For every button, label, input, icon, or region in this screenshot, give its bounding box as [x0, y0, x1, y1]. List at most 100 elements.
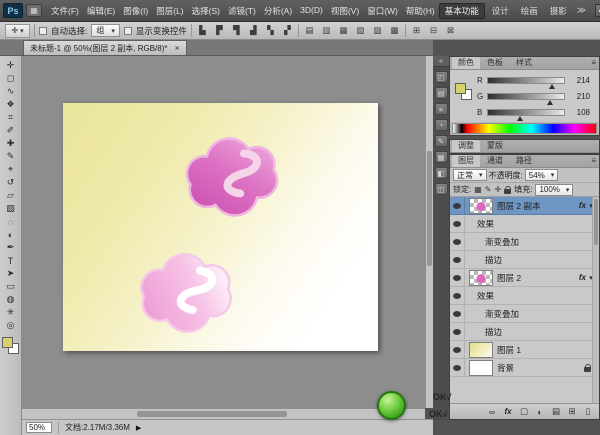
gradient-overlay-effect[interactable]: 渐变叠加: [485, 308, 519, 320]
tab-adjustments[interactable]: 调整: [452, 140, 480, 152]
foreground-color-swatch[interactable]: [2, 337, 13, 348]
lock-all-icon[interactable]: [504, 189, 511, 194]
visibility-toggle[interactable]: [450, 251, 465, 268]
dodge-tool[interactable]: ◐: [2, 228, 20, 241]
menu-view[interactable]: 视图(V): [327, 5, 363, 17]
layer-name[interactable]: 图层 1: [497, 344, 521, 356]
effect-row[interactable]: 渐变叠加: [450, 305, 599, 323]
layer-style-icon[interactable]: fx: [503, 407, 513, 416]
align-vcenter-icon[interactable]: ▛: [213, 24, 226, 37]
collapsed-panel-icon[interactable]: ▦: [435, 151, 448, 163]
layers-scrollbar[interactable]: [592, 197, 599, 403]
tab-styles[interactable]: 样式: [510, 57, 538, 69]
link-layers-icon[interactable]: ∞: [487, 407, 497, 417]
layer-thumbnail[interactable]: [469, 270, 493, 286]
adjustment-layer-icon[interactable]: ◐: [535, 407, 545, 417]
red-value[interactable]: 214: [568, 76, 590, 85]
menu-layer[interactable]: 图层(L): [152, 5, 187, 17]
visibility-toggle[interactable]: [450, 215, 465, 232]
auto-align-icon[interactable]: ⊞: [410, 24, 423, 37]
launch-bridge-icon[interactable]: ▦: [26, 4, 42, 17]
menu-filter[interactable]: 滤镜(T): [224, 5, 260, 17]
zoom-level-field[interactable]: 50%: [26, 422, 52, 433]
align-hcenter-icon[interactable]: ▚: [264, 24, 277, 37]
delete-layer-icon[interactable]: ▯: [583, 406, 593, 417]
lock-position-icon[interactable]: ✛: [495, 185, 502, 194]
document-tab[interactable]: 未标题-1 @ 50%(图层 2 副本, RGB/8)* ×: [23, 40, 187, 55]
layer-thumbnail[interactable]: [469, 360, 493, 376]
visibility-toggle[interactable]: [450, 305, 465, 322]
tab-paths[interactable]: 路径: [510, 155, 538, 167]
3d-rotate-tool[interactable]: ◍: [2, 293, 20, 306]
background-layer-row[interactable]: 背景: [450, 359, 599, 377]
blue-value[interactable]: 108: [568, 108, 590, 117]
menu-analysis[interactable]: 分析(A): [260, 5, 296, 17]
spot-healing-brush-tool[interactable]: ✚: [2, 137, 20, 150]
clone-stamp-tool[interactable]: ⌖: [2, 163, 20, 176]
eraser-tool[interactable]: ▱: [2, 189, 20, 202]
visibility-toggle[interactable]: [450, 323, 465, 340]
scrollbar-thumb[interactable]: [427, 151, 432, 266]
tab-channels[interactable]: 通道: [481, 155, 509, 167]
hand-tool[interactable]: ✳: [2, 306, 20, 319]
green-slider[interactable]: [487, 93, 565, 100]
menu-help[interactable]: 帮助(H): [402, 5, 439, 17]
workspace-photography-button[interactable]: 摄影: [545, 4, 572, 18]
history-brush-tool[interactable]: ↺: [2, 176, 20, 189]
blue-slider[interactable]: [487, 109, 565, 116]
distribute-top-icon[interactable]: ▤: [303, 24, 316, 37]
distribute-vcenter-icon[interactable]: ▥: [320, 24, 333, 37]
workspace-overflow-icon[interactable]: ≫: [574, 5, 589, 16]
horizontal-scrollbar[interactable]: [22, 408, 425, 419]
layer-name[interactable]: 图层 2: [497, 272, 521, 284]
slider-thumb[interactable]: [547, 100, 553, 105]
brush-tool[interactable]: ✎: [2, 150, 20, 163]
horizontal-type-tool[interactable]: T: [2, 254, 20, 267]
tab-masks[interactable]: 蒙版: [481, 140, 509, 152]
blur-tool[interactable]: ◌: [2, 215, 20, 228]
workspace-painting-button[interactable]: 绘画: [516, 4, 543, 18]
expand-panels-icon[interactable]: «: [433, 56, 449, 67]
menu-image[interactable]: 图像(I): [119, 5, 152, 17]
align-top-icon[interactable]: ▙: [196, 24, 209, 37]
path-selection-tool[interactable]: ➤: [2, 267, 20, 280]
arrange-icon[interactable]: ⊠: [444, 24, 457, 37]
workspace-essentials-button[interactable]: 基本功能: [439, 3, 485, 19]
green-value[interactable]: 210: [568, 92, 590, 101]
auto-select-checkbox[interactable]: [39, 27, 47, 35]
minimize-button[interactable]: ▬: [595, 4, 600, 17]
visibility-toggle[interactable]: [450, 359, 465, 376]
effect-row[interactable]: 描边: [450, 323, 599, 341]
slider-thumb[interactable]: [517, 116, 523, 121]
panel-menu-icon[interactable]: ≡: [591, 57, 596, 69]
align-right-icon[interactable]: ▞: [281, 24, 294, 37]
collapsed-panel-icon[interactable]: ✎: [435, 135, 448, 147]
current-tool-preset[interactable]: ✛ ▾: [5, 24, 30, 38]
pen-tool[interactable]: ✒: [2, 241, 20, 254]
collapsed-panel-icon[interactable]: ◧: [435, 167, 448, 179]
layer-name[interactable]: 背景: [497, 362, 514, 374]
effect-row[interactable]: 描边: [450, 251, 599, 269]
layer-group-icon[interactable]: ▤: [551, 406, 561, 417]
arrange-icon[interactable]: ⊟: [427, 24, 440, 37]
menu-3d[interactable]: 3D(D): [296, 5, 327, 17]
eyedropper-tool[interactable]: ✐: [2, 124, 20, 137]
auto-select-dropdown[interactable]: 组 ▾: [91, 24, 120, 37]
collapsed-panel-icon[interactable]: ◔: [435, 119, 448, 131]
layer-thumbnail[interactable]: [469, 198, 493, 214]
gradient-overlay-effect[interactable]: 渐变叠加: [485, 236, 519, 248]
visibility-toggle[interactable]: [450, 341, 465, 358]
layer-row[interactable]: 图层 2 副本 fx ▾: [450, 197, 599, 215]
tab-color[interactable]: 颜色: [452, 57, 480, 69]
align-left-icon[interactable]: ▟: [247, 24, 260, 37]
scrollbar-thumb[interactable]: [137, 411, 287, 417]
red-slider[interactable]: [487, 77, 565, 84]
visibility-toggle[interactable]: [450, 287, 465, 304]
distribute-hcenter-icon[interactable]: ▨: [371, 24, 384, 37]
gradient-tool[interactable]: ▨: [2, 202, 20, 215]
layer-row[interactable]: 图层 2 fx ▾: [450, 269, 599, 287]
visibility-toggle[interactable]: [450, 233, 465, 250]
crop-tool[interactable]: ⌗: [2, 111, 20, 124]
zoom-tool[interactable]: ◎: [2, 319, 20, 332]
tab-layers[interactable]: 图层: [452, 155, 480, 167]
